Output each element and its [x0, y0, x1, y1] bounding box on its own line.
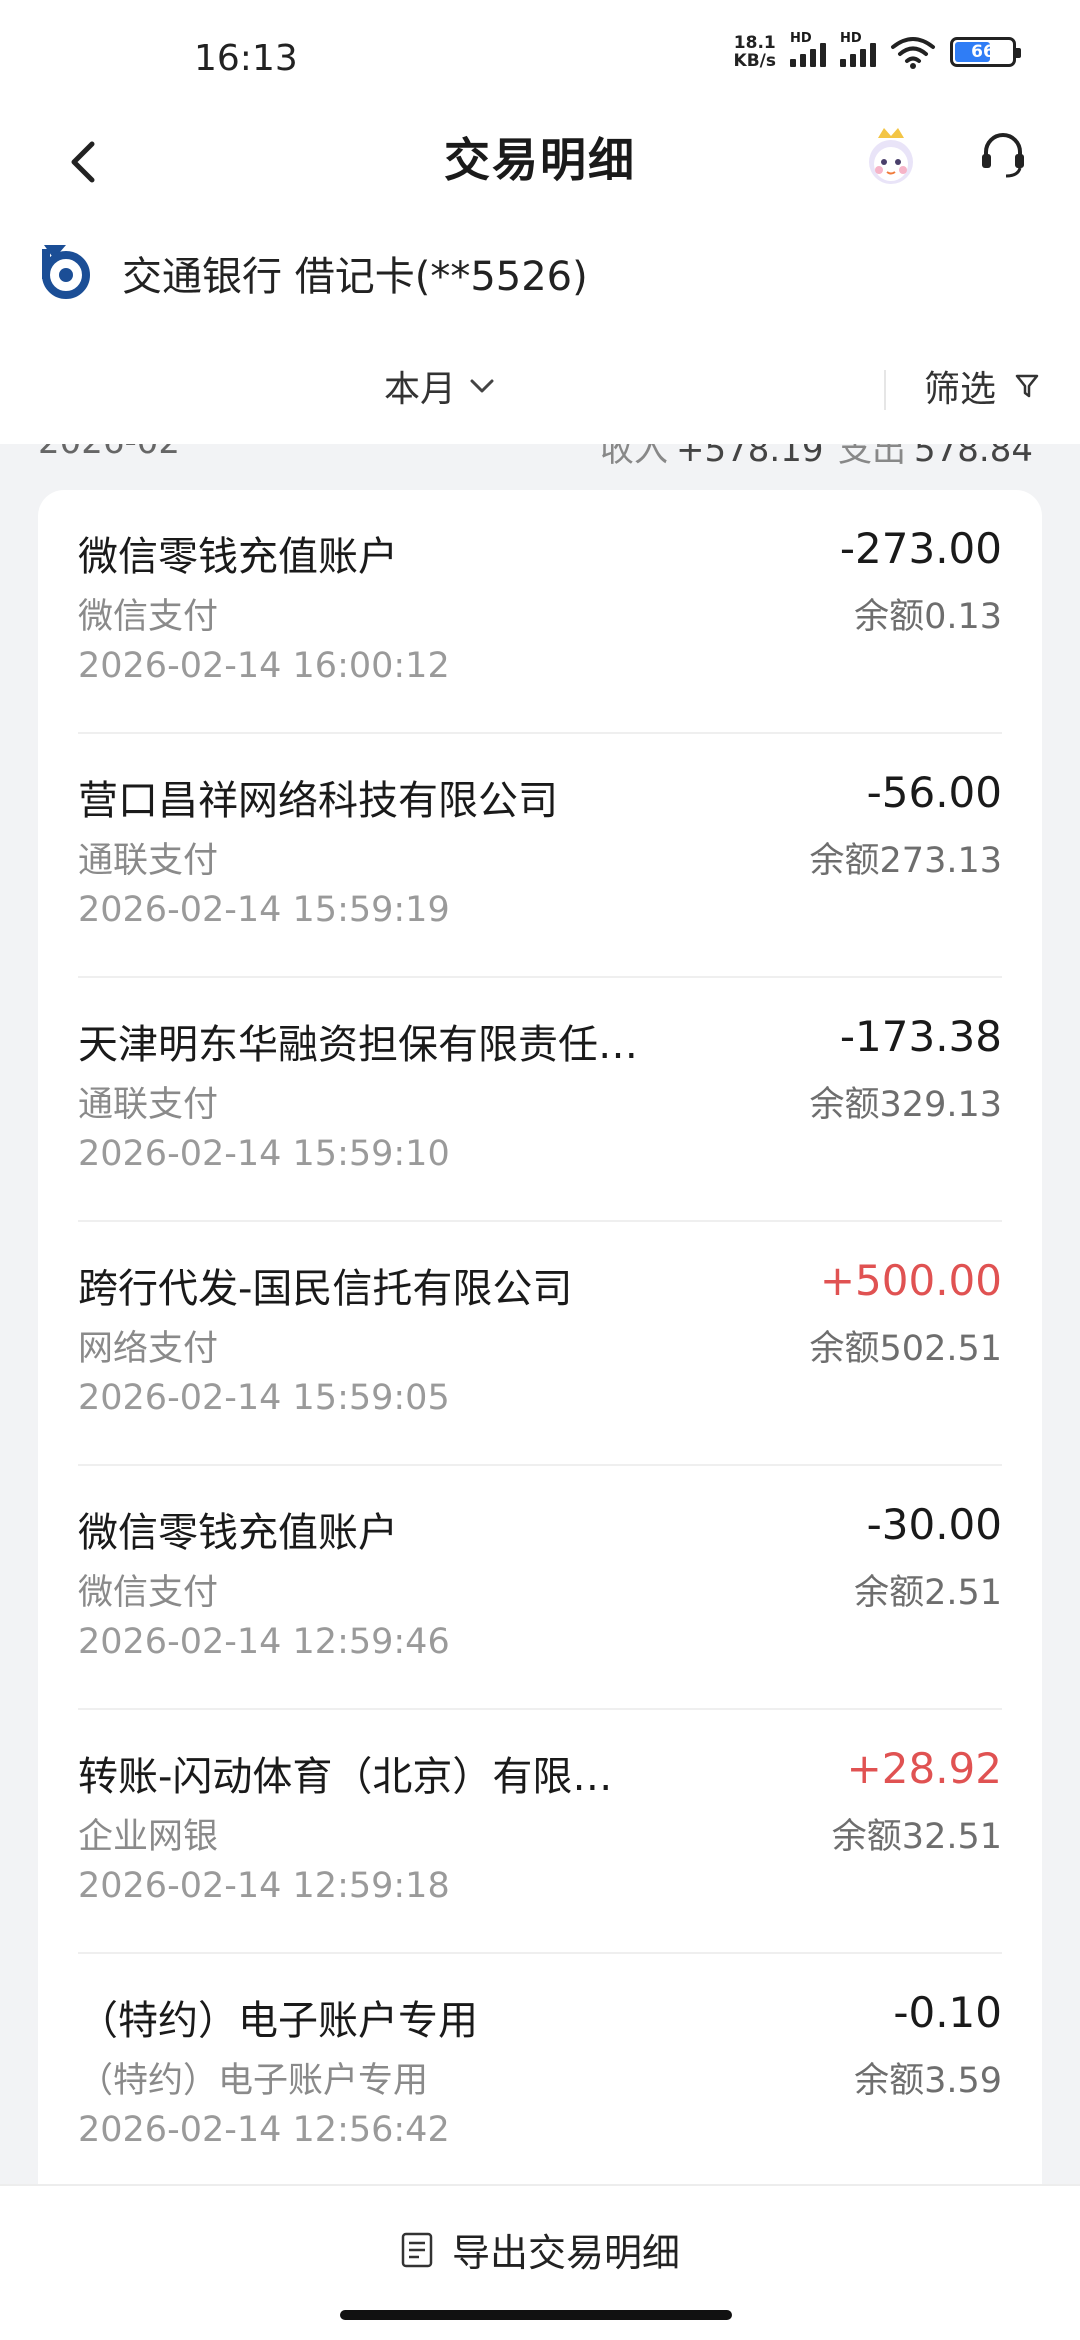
filter-button[interactable]: 筛选: [924, 360, 1040, 412]
sim2-hd-label: HD: [840, 31, 862, 46]
transaction-item[interactable]: 天津明东华融资担保有限责任… -173.38 通联支付 余额329.13 202…: [38, 978, 1042, 1222]
transaction-item[interactable]: 微信零钱充值账户 -273.00 微信支付 余额0.13 2026-02-14 …: [38, 490, 1042, 734]
month-label: 2026-02: [38, 444, 180, 462]
transaction-amount: +28.92: [846, 1744, 1002, 1793]
transaction-time: 2026-02-14 12:56:42: [78, 2110, 450, 2150]
customer-service-icon[interactable]: [976, 128, 1030, 182]
status-bar: 16:13 18.1 KB/s HD HD 66: [0, 0, 1080, 110]
transaction-name: （特约）电子账户专用: [78, 1998, 478, 2044]
transaction-amount: -273.00: [839, 524, 1002, 573]
transaction-balance: 余额3.59: [854, 2061, 1002, 2101]
network-speed-unit: KB/s: [733, 51, 776, 71]
transaction-name: 转账-闪动体育（北京）有限…: [78, 1754, 613, 1800]
export-label: 导出交易明细: [451, 2231, 680, 2275]
transaction-channel: 微信支付: [78, 1573, 219, 1613]
transaction-time: 2026-02-14 15:59:19: [78, 890, 450, 930]
bank-logo-icon: [42, 245, 90, 299]
transaction-item[interactable]: （特约）电子账户专用 -0.10 （特约）电子账户专用 余额3.59 2026-…: [38, 1954, 1042, 2198]
funnel-icon: [1015, 374, 1039, 398]
header: 交易明细: [0, 110, 1080, 230]
transaction-amount: -173.38: [839, 1012, 1002, 1061]
transaction-balance: 余额329.13: [809, 1085, 1002, 1125]
home-indicator[interactable]: [340, 2310, 732, 2320]
export-bar: 导出交易明细: [0, 2184, 1080, 2340]
battery-icon: 66: [950, 37, 1021, 67]
bank-account-name: 交通银行 借记卡(**5526): [122, 254, 588, 300]
transaction-channel: 企业网银: [78, 1817, 219, 1857]
transaction-name: 天津明东华融资担保有限责任…: [78, 1022, 638, 1068]
transaction-amount: -0.10: [893, 1988, 1002, 2037]
transaction-amount: -56.00: [866, 768, 1002, 817]
document-icon: [401, 2232, 433, 2267]
chevron-down-icon: [470, 379, 494, 393]
signal-icon-2: HD: [840, 31, 876, 67]
status-time: 16:13: [194, 38, 298, 79]
transaction-item[interactable]: 微信零钱充值账户 -30.00 微信支付 余额2.51 2026-02-14 1…: [38, 1466, 1042, 1710]
wifi-icon: [891, 37, 935, 69]
transaction-channel: （特约）电子账户专用: [78, 2061, 429, 2101]
transaction-time: 2026-02-14 12:59:18: [78, 1866, 450, 1906]
filter-bar: 本月 筛选: [0, 330, 1080, 444]
signal-icon: HD: [790, 31, 826, 67]
mascot-icon[interactable]: [862, 124, 920, 190]
transaction-time: 2026-02-14 15:59:10: [78, 1134, 450, 1174]
transaction-amount: +500.00: [819, 1256, 1002, 1305]
transaction-name: 微信零钱充值账户: [78, 534, 398, 580]
month-summary: 2026-02 收入+578.19 支出578.84: [0, 444, 1080, 490]
export-button[interactable]: 导出交易明细: [0, 2222, 1080, 2277]
transaction-balance: 余额2.51: [854, 1573, 1002, 1613]
transaction-name: 营口昌祥网络科技有限公司: [78, 778, 558, 824]
transaction-name: 微信零钱充值账户: [78, 1510, 398, 1556]
transaction-balance: 余额273.13: [809, 841, 1002, 881]
network-speed: 18.1 KB/s: [734, 34, 776, 70]
transaction-item[interactable]: 跨行代发-国民信托有限公司 +500.00 网络支付 余额502.51 2026…: [38, 1222, 1042, 1466]
transaction-balance: 余额502.51: [809, 1329, 1002, 1369]
transaction-channel: 网络支付: [78, 1329, 219, 1369]
transaction-channel: 微信支付: [78, 597, 219, 637]
transaction-channel: 通联支付: [78, 1085, 219, 1125]
status-icons: 18.1 KB/s HD HD 66: [734, 31, 1021, 70]
period-dropdown[interactable]: 本月: [384, 360, 496, 412]
period-label: 本月: [384, 369, 457, 410]
transaction-balance: 余额32.51: [831, 1817, 1002, 1857]
transaction-time: 2026-02-14 15:59:05: [78, 1378, 450, 1418]
account-row[interactable]: 交通银行 借记卡(**5526): [0, 230, 1080, 330]
transaction-item[interactable]: 转账-闪动体育（北京）有限… +28.92 企业网银 余额32.51 2026-…: [38, 1710, 1042, 1954]
filter-label: 筛选: [924, 369, 997, 410]
transaction-amount: -30.00: [866, 1500, 1002, 1549]
month-expense: 支出 578.84: [838, 444, 1033, 470]
month-income: 收入 +578.19: [600, 444, 824, 470]
transaction-balance: 余额0.13: [854, 597, 1002, 637]
transaction-list: 微信零钱充值账户 -273.00 微信支付 余额0.13 2026-02-14 …: [38, 490, 1042, 2220]
transaction-time: 2026-02-14 16:00:12: [78, 646, 450, 686]
transaction-name: 跨行代发-国民信托有限公司: [78, 1266, 573, 1312]
transaction-item[interactable]: 营口昌祥网络科技有限公司 -56.00 通联支付 余额273.13 2026-0…: [38, 734, 1042, 978]
battery-level: 66: [971, 42, 995, 62]
network-speed-value: 18.1: [733, 33, 776, 53]
transaction-channel: 通联支付: [78, 841, 219, 881]
filter-divider: [884, 370, 886, 410]
transaction-time: 2026-02-14 12:59:46: [78, 1622, 450, 1662]
sim1-hd-label: HD: [790, 31, 812, 46]
